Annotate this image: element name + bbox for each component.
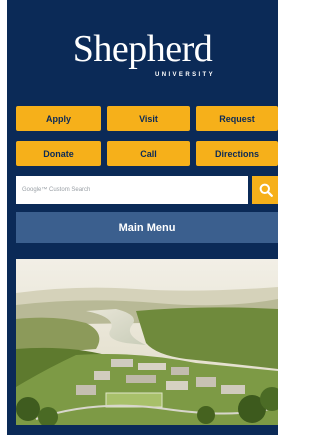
main-menu-button[interactable]: Main Menu bbox=[16, 212, 278, 243]
request-button[interactable]: Request bbox=[196, 106, 278, 131]
logo-subtitle: UNIVERSITY bbox=[155, 72, 216, 78]
mobile-panel: Shepherd UNIVERSITY Apply Visit Request … bbox=[7, 0, 278, 435]
apply-button[interactable]: Apply bbox=[16, 106, 101, 131]
logo-wordmark: Shepherd bbox=[72, 28, 213, 70]
page: Shepherd UNIVERSITY Apply Visit Request … bbox=[0, 0, 278, 435]
call-button[interactable]: Call bbox=[107, 141, 190, 166]
search-button[interactable] bbox=[252, 176, 278, 204]
search-input[interactable]: Google™ Custom Search bbox=[16, 176, 248, 204]
visit-button[interactable]: Visit bbox=[107, 106, 190, 131]
search-icon bbox=[259, 183, 273, 197]
campus-photo-art bbox=[16, 259, 278, 425]
campus-aerial-photo bbox=[16, 259, 278, 425]
search-placeholder: Google™ Custom Search bbox=[22, 187, 91, 193]
directions-button[interactable]: Directions bbox=[196, 141, 278, 166]
donate-button[interactable]: Donate bbox=[16, 141, 101, 166]
site-logo[interactable]: Shepherd UNIVERSITY bbox=[7, 28, 278, 78]
